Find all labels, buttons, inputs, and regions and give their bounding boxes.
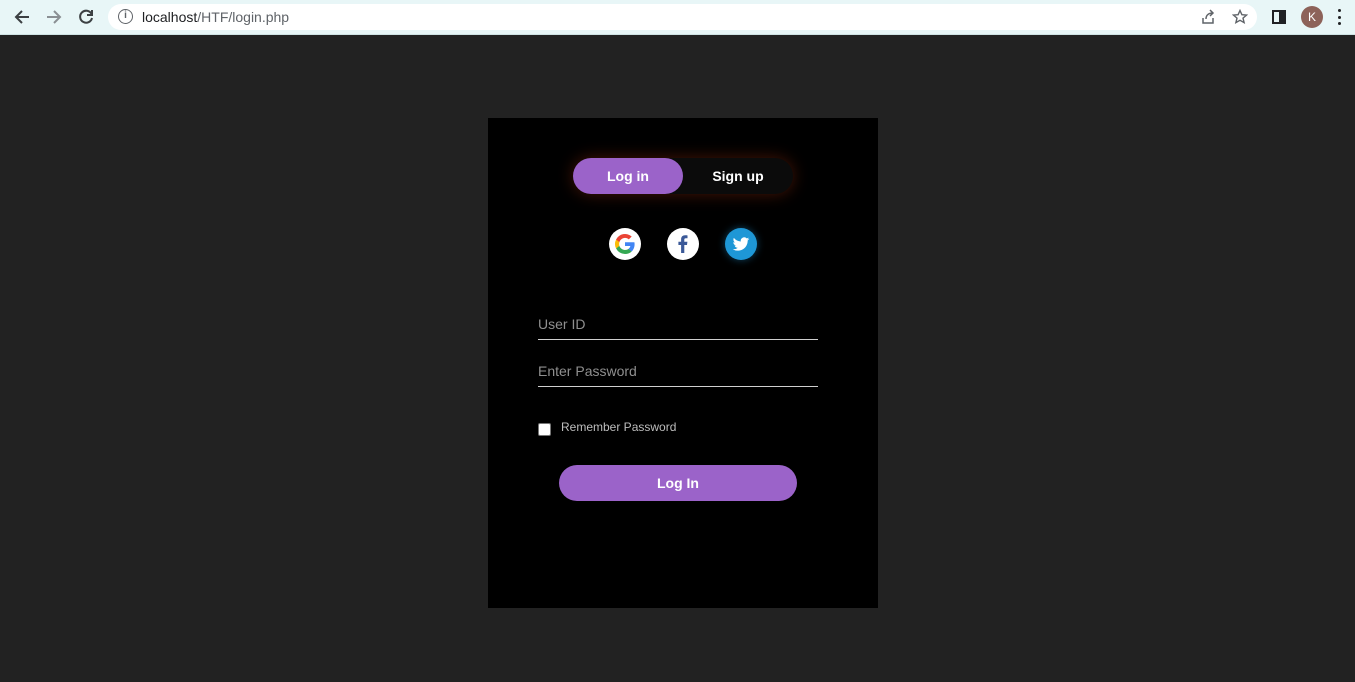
user-id-field bbox=[538, 308, 818, 340]
url-text[interactable]: localhost/HTF/login.php bbox=[142, 9, 289, 25]
signup-tab[interactable]: Sign up bbox=[683, 158, 793, 194]
password-field bbox=[538, 355, 818, 387]
password-input[interactable] bbox=[538, 355, 818, 386]
reload-icon[interactable] bbox=[73, 4, 99, 30]
forward-arrow-icon[interactable] bbox=[41, 4, 67, 30]
browser-toolbar: i localhost/HTF/login.php K bbox=[0, 0, 1355, 35]
url-path: /HTF/login.php bbox=[197, 9, 290, 25]
user-id-input[interactable] bbox=[538, 308, 818, 339]
info-icon[interactable]: i bbox=[118, 9, 133, 24]
back-arrow-icon[interactable] bbox=[9, 4, 35, 30]
share-icon[interactable] bbox=[1198, 7, 1218, 27]
login-tab[interactable]: Log in bbox=[573, 158, 683, 194]
login-card: Log in Sign up Remember Password Log In bbox=[488, 118, 878, 608]
auth-mode-toggle: Log in Sign up bbox=[573, 158, 793, 194]
star-icon[interactable] bbox=[1230, 7, 1250, 27]
remember-password-row: Remember Password bbox=[538, 418, 676, 436]
side-panel-icon[interactable] bbox=[1272, 10, 1286, 24]
url-host: localhost bbox=[142, 9, 198, 25]
address-bar[interactable]: i localhost/HTF/login.php bbox=[108, 4, 1257, 30]
remember-password-checkbox[interactable] bbox=[538, 422, 551, 436]
remember-password-label: Remember Password bbox=[561, 420, 677, 434]
login-submit-button[interactable]: Log In bbox=[559, 465, 797, 501]
google-icon[interactable] bbox=[609, 228, 641, 260]
facebook-icon[interactable] bbox=[667, 228, 699, 260]
menu-dots-icon[interactable] bbox=[1337, 9, 1341, 25]
twitter-icon[interactable] bbox=[725, 228, 757, 260]
profile-avatar[interactable]: K bbox=[1301, 6, 1323, 28]
